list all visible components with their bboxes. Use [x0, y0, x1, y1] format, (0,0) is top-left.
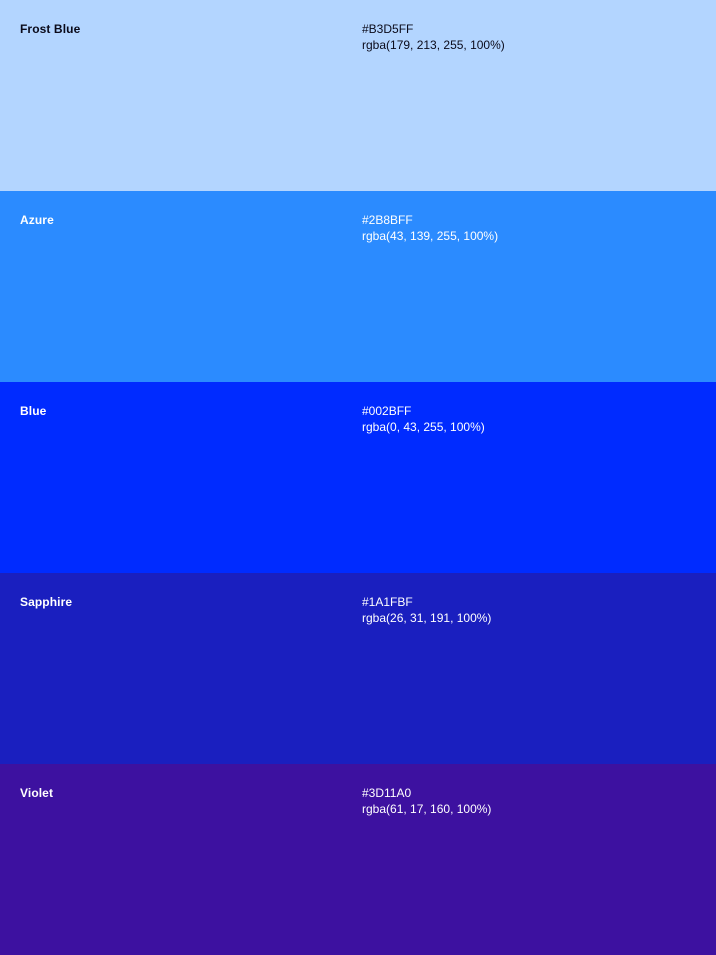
swatch-blue: Blue #002BFF rgba(0, 43, 255, 100%)	[0, 382, 716, 573]
swatch-rgba: rgba(43, 139, 255, 100%)	[362, 229, 499, 243]
swatch-rgba: rgba(26, 31, 191, 100%)	[362, 611, 492, 625]
swatch-rgba: rgba(0, 43, 255, 100%)	[362, 420, 485, 434]
swatch-hex: #3D11A0	[362, 786, 412, 800]
swatch-values: #002BFF rgba(0, 43, 255, 100%)	[362, 403, 485, 435]
swatch-name: Frost Blue	[20, 22, 81, 36]
swatch-violet: Violet #3D11A0 rgba(61, 17, 160, 100%)	[0, 764, 716, 955]
swatch-hex: #1A1FBF	[362, 595, 413, 609]
swatch-name: Violet	[20, 786, 54, 800]
swatch-values: #2B8BFF rgba(43, 139, 255, 100%)	[362, 212, 498, 244]
color-palette: Frost Blue #B3D5FF rgba(179, 213, 255, 1…	[0, 0, 716, 955]
swatch-azure: Azure #2B8BFF rgba(43, 139, 255, 100%)	[0, 191, 716, 382]
swatch-rgba: rgba(179, 213, 255, 100%)	[362, 38, 505, 52]
swatch-values: #B3D5FF rgba(179, 213, 255, 100%)	[362, 21, 505, 53]
swatch-name: Blue	[20, 404, 47, 418]
swatch-hex: #2B8BFF	[362, 213, 413, 227]
swatch-rgba: rgba(61, 17, 160, 100%)	[362, 802, 492, 816]
swatch-frost-blue: Frost Blue #B3D5FF rgba(179, 213, 255, 1…	[0, 0, 716, 191]
swatch-hex: #B3D5FF	[362, 22, 414, 36]
swatch-name: Azure	[20, 213, 54, 227]
swatch-name: Sapphire	[20, 595, 73, 609]
swatch-sapphire: Sapphire #1A1FBF rgba(26, 31, 191, 100%)	[0, 573, 716, 764]
swatch-values: #1A1FBF rgba(26, 31, 191, 100%)	[362, 594, 491, 626]
swatch-values: #3D11A0 rgba(61, 17, 160, 100%)	[362, 785, 491, 817]
swatch-hex: #002BFF	[362, 404, 412, 418]
